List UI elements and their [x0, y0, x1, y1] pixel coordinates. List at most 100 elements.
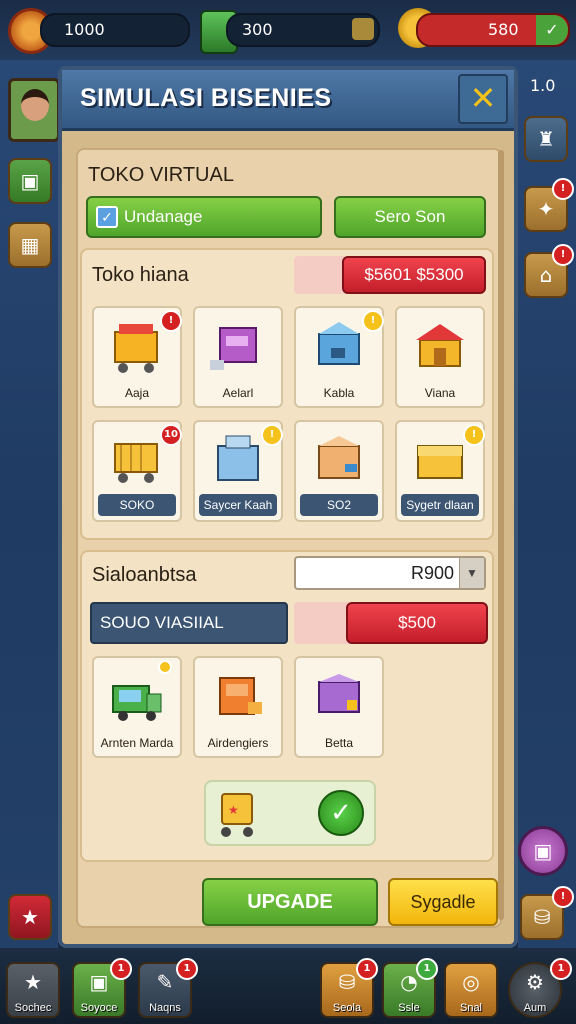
- nav-snal[interactable]: ◎ Snal: [444, 962, 498, 1018]
- item-badge: 10: [160, 424, 182, 446]
- svg-text:★: ★: [228, 803, 239, 817]
- cart-icon: [114, 443, 158, 483]
- item-label: Saycer Kaah: [199, 494, 277, 516]
- item-card-so2[interactable]: SO2: [294, 420, 384, 522]
- yellow-shop-icon: [417, 445, 463, 479]
- checkbox-icon: ✓: [96, 206, 118, 228]
- box-icon: ▣: [20, 169, 40, 193]
- section2-price-bg: [294, 602, 354, 644]
- modal-title: SIMULASI BISENIES: [80, 84, 332, 112]
- player-avatar[interactable]: [8, 78, 60, 142]
- heart-icon: [352, 18, 374, 40]
- store-subtitle: Toko hiana: [92, 264, 189, 286]
- coins-counter: 1000: [40, 13, 190, 47]
- gems-counter: 300: [226, 13, 380, 47]
- close-button[interactable]: ✕: [458, 74, 508, 124]
- cash-value: 580: [488, 20, 519, 39]
- item-label: SO2: [300, 494, 378, 516]
- nav-badge: 1: [110, 958, 132, 980]
- cart-confirm-panel[interactable]: ★ ✓: [204, 780, 376, 846]
- purple-kiosk-icon: [210, 327, 257, 370]
- nav-badge: 1: [550, 958, 572, 980]
- undanage-button[interactable]: ✓ Undanage: [86, 196, 322, 238]
- item-label: Airdengiers: [207, 736, 269, 750]
- shopping-cart-icon: [114, 324, 158, 373]
- orange-shop-icon: [318, 436, 360, 479]
- upgrade-button[interactable]: UPGADE: [202, 878, 378, 926]
- section2-label: SOUO VIASIIAL: [100, 613, 224, 632]
- gems-value: 300: [242, 20, 273, 39]
- sygadle-button[interactable]: Sygadle: [388, 878, 498, 926]
- nav-label: Snal: [459, 1002, 483, 1014]
- item-card-airdengiers[interactable]: Airdengiers: [193, 656, 283, 758]
- side-crate-button[interactable]: ▦: [8, 222, 52, 268]
- chevron-down-icon[interactable]: ▼: [459, 558, 484, 588]
- section2-label-bar: SOUO VIASIIAL: [90, 602, 288, 644]
- side-star-button[interactable]: ★: [8, 894, 52, 940]
- blue-machine-icon: [217, 435, 259, 481]
- house-badge: !: [552, 244, 574, 266]
- shop-badge: !: [552, 886, 574, 908]
- item-label: Viana: [424, 386, 456, 400]
- nav-label: Soyoce: [80, 1002, 118, 1014]
- nav-label: Ssle: [398, 1002, 420, 1014]
- add-cash-button[interactable]: ✓: [536, 15, 568, 45]
- delivery-cart-icon: ★: [221, 793, 253, 837]
- item-label: Kabla: [323, 386, 355, 400]
- modal-header: SIMULASI BISENIES ✕: [62, 70, 514, 131]
- undanage-label: Undanage: [124, 207, 203, 226]
- item-badge: !: [362, 310, 384, 332]
- nav-sochec[interactable]: ★ Sochec: [6, 962, 60, 1018]
- top-bar: 1000 300 580 ✓: [0, 0, 576, 60]
- item-card-betta[interactable]: Betta: [294, 656, 384, 758]
- amount-select[interactable]: R900 ▼: [294, 556, 486, 590]
- item-label: Aaja: [124, 386, 150, 400]
- store-title: TOKO VIRTUAL: [88, 164, 234, 186]
- store-price-button[interactable]: $5601 $5300: [342, 256, 486, 294]
- chest-icon: ▣: [533, 839, 553, 863]
- scrollbar[interactable]: [498, 150, 504, 920]
- nav-label: Aum: [523, 1002, 547, 1014]
- cash-counter: 580 ✓: [416, 13, 570, 47]
- nav-badge: 1: [356, 958, 378, 980]
- side-piggy-button[interactable]: ♜: [524, 116, 568, 162]
- item-badge: !: [160, 310, 182, 332]
- coins-value: 1000: [64, 20, 105, 39]
- nav-badge: 1: [176, 958, 198, 980]
- item-label: Betta: [324, 736, 354, 750]
- avatar-face-icon: [21, 89, 49, 121]
- nav-label: Seola: [332, 1002, 362, 1014]
- orange-kiosk-icon: [219, 677, 262, 715]
- sero-son-button[interactable]: Sero Son: [334, 196, 486, 238]
- star-icon: ★: [21, 905, 39, 929]
- section2-price-button[interactable]: $500: [346, 602, 488, 644]
- nav-label: Sochec: [14, 1002, 52, 1014]
- blue-shop-icon: [318, 322, 360, 365]
- item-badge: !: [463, 424, 485, 446]
- star-icon: ★: [24, 970, 42, 994]
- item-badge: !: [261, 424, 283, 446]
- level-text: 1.0: [530, 76, 556, 95]
- item-label: Sygetr dlaan: [401, 494, 479, 516]
- confirm-check-icon[interactable]: ✓: [318, 790, 364, 836]
- piggy-icon: ♜: [537, 127, 555, 151]
- green-truck-icon: [112, 685, 162, 721]
- item-card-viana[interactable]: Viana: [395, 306, 485, 408]
- side-box-button[interactable]: ▣: [8, 158, 52, 204]
- amount-value: R900: [410, 563, 454, 583]
- tools-badge: !: [552, 178, 574, 200]
- purple-shop-icon: [318, 674, 360, 713]
- side-chest-button[interactable]: ▣: [518, 826, 568, 876]
- crate-icon: ▦: [20, 233, 40, 257]
- item-badge: [158, 660, 172, 674]
- item-label: Arnten Marda: [100, 736, 174, 750]
- item-label: Aelarl: [222, 386, 254, 400]
- item-label: SOKO: [98, 494, 176, 516]
- nav-badge: 1: [416, 958, 438, 980]
- coin-icon: ◎: [462, 970, 480, 994]
- item-card-aelarl[interactable]: Aelarl: [193, 306, 283, 408]
- section2-title: Sialoanbtsa: [92, 564, 197, 586]
- business-simulation-modal: SIMULASI BISENIES ✕ TOKO VIRTUAL ✓ Undan…: [58, 66, 518, 948]
- nav-label: Naqns: [149, 1002, 181, 1014]
- market-stall-icon: [416, 324, 464, 367]
